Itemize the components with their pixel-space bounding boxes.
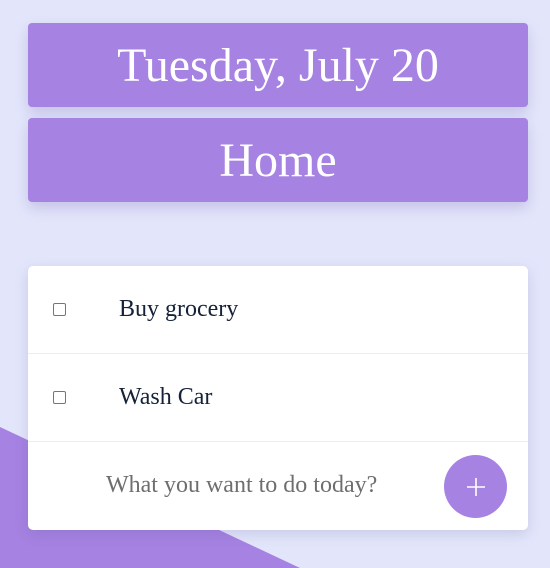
date-header: Tuesday, July 20 (28, 23, 528, 107)
todo-checkbox[interactable] (53, 303, 66, 316)
list-title-text: Home (219, 133, 337, 187)
date-text: Tuesday, July 20 (117, 38, 439, 92)
todo-list-card: Buy grocery Wash Car What you want to do… (28, 266, 528, 530)
new-todo-input[interactable]: What you want to do today? (106, 472, 377, 499)
add-todo-form: What you want to do today? (28, 442, 528, 530)
todo-item: Buy grocery (28, 266, 528, 354)
todo-label: Wash Car (119, 384, 213, 410)
todo-item: Wash Car (28, 354, 528, 442)
todo-checkbox[interactable] (53, 391, 66, 404)
todo-label: Buy grocery (119, 296, 239, 322)
plus-icon (466, 477, 485, 496)
add-todo-button[interactable] (444, 455, 507, 518)
list-title-header: Home (28, 118, 528, 202)
